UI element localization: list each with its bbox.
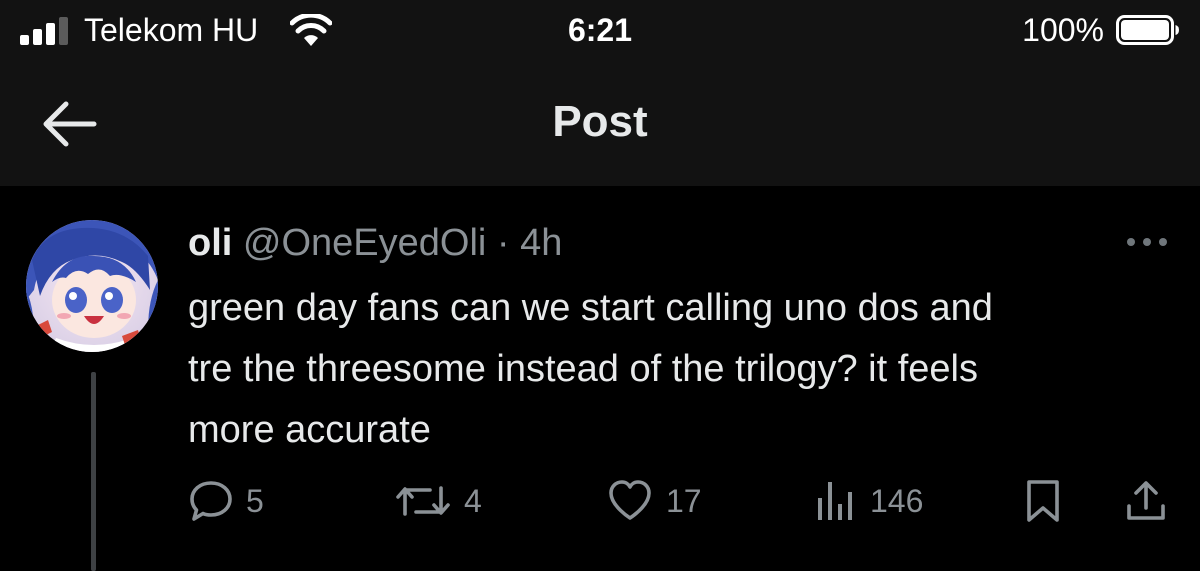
repost-count: 4 [464,483,482,519]
post-text-line: green day fans can we start calling uno … [188,287,993,329]
share-button[interactable] [1124,478,1168,524]
wifi-icon [290,14,332,46]
display-name[interactable]: oli [188,222,232,264]
thread-line [91,372,96,571]
back-arrow-icon[interactable] [40,98,100,150]
top-nav-bar: Post [0,62,1200,186]
post-text: green day fans can we start calling uno … [188,278,1188,461]
more-options-icon[interactable] [1124,234,1170,250]
reply-count: 5 [246,483,264,519]
avatar-image [26,220,158,352]
like-button[interactable]: 17 [606,478,702,524]
repost-icon [396,486,450,516]
status-time: 6:21 [567,12,633,48]
page-title: Post [552,97,648,146]
repost-button[interactable]: 4 [394,478,482,524]
reply-button[interactable]: 5 [188,478,264,524]
user-handle[interactable]: @OneEyedOli [243,222,486,264]
carrier-name: Telekom HU [84,12,259,48]
view-count: 146 [870,483,924,519]
separator-dot: · [496,222,510,264]
views-icon [818,482,852,520]
like-icon [609,480,651,520]
post-text-line: tre the threesome instead of the trilogy… [188,348,978,390]
avatar[interactable] [26,220,158,352]
status-bar: Telekom HU 6:21 100% [0,0,1200,62]
battery-full-icon [1116,15,1179,45]
post-text-line: more accurate [188,409,431,451]
views-button[interactable]: 146 [814,478,923,524]
share-icon [1127,481,1165,520]
post-time: 4h [520,222,563,264]
battery-percent: 100% [1022,12,1104,48]
reply-icon [190,481,232,521]
bookmark-button[interactable] [1024,478,1062,524]
cellular-signal-icon [20,17,68,45]
post-header: oli @OneEyedOli · 4h [188,220,562,266]
bookmark-icon [1027,480,1059,522]
like-count: 17 [666,483,702,519]
